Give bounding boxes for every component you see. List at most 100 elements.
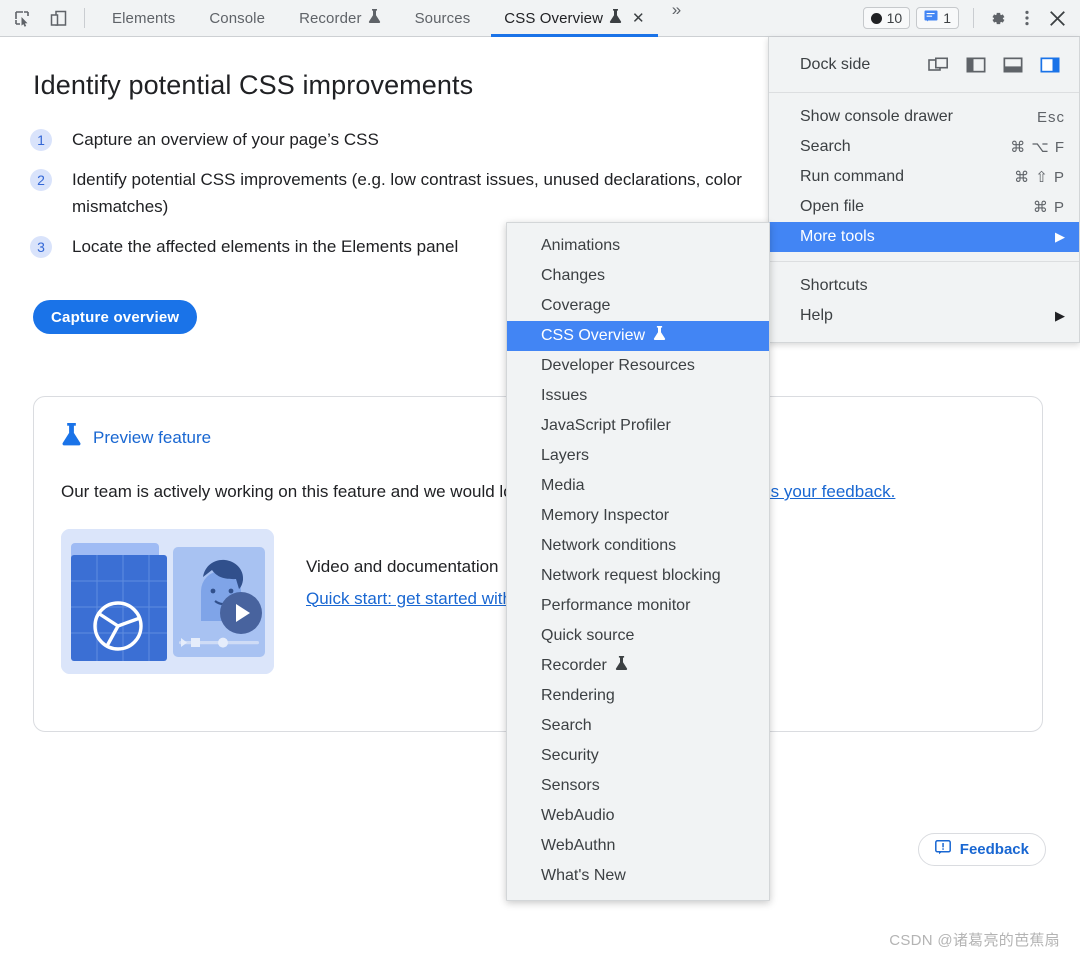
tab-elements[interactable]: Elements xyxy=(95,0,192,37)
submenu-item-label: Changes xyxy=(541,267,606,284)
submenu-item-recorder[interactable]: Recorder xyxy=(507,651,769,681)
tab-recorder[interactable]: Recorder xyxy=(282,0,398,37)
tab-label: Recorder xyxy=(299,9,362,27)
submenu-item-coverage[interactable]: Coverage xyxy=(507,291,769,321)
flask-icon xyxy=(653,326,666,346)
tab-label: Sources xyxy=(414,9,471,27)
close-devtools-icon[interactable] xyxy=(1042,5,1072,31)
submenu-item-network-conditions[interactable]: Network conditions xyxy=(507,531,769,561)
tab-label: CSS Overview xyxy=(504,9,604,27)
error-count-badge[interactable]: 10 xyxy=(862,7,911,29)
menu-item-open-file[interactable]: Open file ⌘ P xyxy=(769,192,1079,222)
menu-item-label: Open file xyxy=(800,198,865,215)
submenu-item-label: Issues xyxy=(541,387,588,404)
submenu-item-what-s-new[interactable]: What's New xyxy=(507,861,769,891)
capture-overview-button[interactable]: Capture overview xyxy=(33,300,198,335)
step-text: Identify potential CSS improvements (e.g… xyxy=(72,170,742,216)
menu-item-more-tools[interactable]: More tools ▶ xyxy=(769,222,1079,252)
more-tools-submenu: Animations Changes Coverage CSS Overview Dev… xyxy=(506,222,770,901)
submenu-item-label: Memory Inspector xyxy=(541,507,670,524)
dock-to-bottom-icon[interactable] xyxy=(998,51,1028,79)
menu-item-label: Shortcuts xyxy=(800,277,868,294)
submenu-item-label: Recorder xyxy=(541,657,607,674)
submenu-item-label: JavaScript Profiler xyxy=(541,417,671,434)
settings-dropdown-menu: Dock side Show console drawer Esc Search… xyxy=(768,37,1080,343)
menu-item-search[interactable]: Search ⌘ ⌥ F xyxy=(769,132,1079,162)
dock-side-row: Dock side xyxy=(769,37,1079,93)
submenu-item-label: Network conditions xyxy=(541,537,677,554)
gear-icon[interactable] xyxy=(982,5,1012,31)
feedback-button[interactable]: Feedback xyxy=(917,833,1046,866)
submenu-item-quick-source[interactable]: Quick source xyxy=(507,621,769,651)
menu-item-shortcuts[interactable]: Shortcuts xyxy=(769,271,1079,301)
submenu-item-label: Developer Resources xyxy=(541,357,695,374)
more-tabs-chevron-icon[interactable]: » xyxy=(662,0,691,37)
more-options-icon[interactable] xyxy=(1012,5,1042,31)
submenu-item-label: Network request blocking xyxy=(541,567,721,584)
submenu-item-label: WebAudio xyxy=(541,807,615,824)
tab-sources[interactable]: Sources xyxy=(398,0,488,37)
menu-group-primary: Show console drawer Esc Search ⌘ ⌥ F Run… xyxy=(769,93,1079,261)
submenu-item-media[interactable]: Media xyxy=(507,471,769,501)
feedback-button-label: Feedback xyxy=(959,841,1029,858)
dock-to-left-icon[interactable] xyxy=(961,51,991,79)
submenu-item-issues[interactable]: Issues xyxy=(507,381,769,411)
toolbar-divider xyxy=(973,8,974,28)
menu-group-secondary: Shortcuts Help ▶ xyxy=(769,261,1079,340)
submenu-item-label: Animations xyxy=(541,237,621,254)
submenu-item-label: WebAuthn xyxy=(541,837,616,854)
inspect-element-icon[interactable] xyxy=(8,5,36,31)
submenu-arrow-icon: ▶ xyxy=(1055,229,1065,244)
submenu-item-security[interactable]: Security xyxy=(507,741,769,771)
menu-item-run-command[interactable]: Run command ⌘ ⇧ P xyxy=(769,162,1079,192)
list-item: 2 Identify potential CSS improvements (e… xyxy=(30,167,770,220)
submenu-item-label: Sensors xyxy=(541,777,600,794)
flask-icon xyxy=(61,423,82,452)
submenu-item-css-overview[interactable]: CSS Overview xyxy=(507,321,769,351)
submenu-item-search[interactable]: Search xyxy=(507,711,769,741)
message-icon xyxy=(924,10,938,26)
flask-icon xyxy=(368,8,381,28)
watermark: CSDN @诸葛亮的芭蕉扇 xyxy=(889,932,1060,949)
submenu-item-network-request-blocking[interactable]: Network request blocking xyxy=(507,561,769,591)
message-count-badge[interactable]: 1 xyxy=(916,7,959,29)
panel-tabs: Elements Console Recorder Sources CSS Ov… xyxy=(95,0,691,37)
submenu-item-memory-inspector[interactable]: Memory Inspector xyxy=(507,501,769,531)
menu-item-show-console-drawer[interactable]: Show console drawer Esc xyxy=(769,102,1079,132)
tab-console[interactable]: Console xyxy=(192,0,282,37)
undock-into-separate-window-icon[interactable] xyxy=(924,51,954,79)
submenu-item-label: Quick source xyxy=(541,627,635,644)
menu-item-shortcut: Esc xyxy=(1036,108,1065,126)
submenu-item-javascript-profiler[interactable]: JavaScript Profiler xyxy=(507,411,769,441)
menu-item-shortcut: ⌘ ⇧ P xyxy=(1014,169,1065,186)
submenu-item-sensors[interactable]: Sensors xyxy=(507,771,769,801)
submenu-item-webaudio[interactable]: WebAudio xyxy=(507,801,769,831)
submenu-item-performance-monitor[interactable]: Performance monitor xyxy=(507,591,769,621)
submenu-item-label: Security xyxy=(541,747,599,764)
menu-item-help[interactable]: Help ▶ xyxy=(769,301,1079,331)
device-toolbar-icon[interactable] xyxy=(44,5,72,31)
step-number: 3 xyxy=(30,236,52,259)
submenu-item-animations[interactable]: Animations xyxy=(507,231,769,261)
menu-item-label: Run command xyxy=(800,168,905,185)
menu-item-label: Show console drawer xyxy=(800,108,953,125)
dock-to-right-icon[interactable] xyxy=(1035,51,1065,79)
submenu-item-label: Rendering xyxy=(541,687,615,704)
step-text: Locate the affected elements in the Elem… xyxy=(72,237,459,257)
submenu-item-developer-resources[interactable]: Developer Resources xyxy=(507,351,769,381)
flask-icon xyxy=(609,8,622,28)
submenu-item-layers[interactable]: Layers xyxy=(507,441,769,471)
close-tab-icon[interactable]: ✕ xyxy=(632,11,645,26)
menu-item-shortcut: ⌘ P xyxy=(1032,199,1065,216)
error-count-label: 10 xyxy=(886,10,903,26)
list-item: 1 Capture an overview of your page’s CSS xyxy=(30,127,770,153)
submenu-item-changes[interactable]: Changes xyxy=(507,261,769,291)
video-thumbnail-illustration[interactable] xyxy=(61,529,274,675)
submenu-item-rendering[interactable]: Rendering xyxy=(507,681,769,711)
flask-icon xyxy=(615,656,628,676)
tab-css-overview[interactable]: CSS Overview ✕ xyxy=(487,0,661,37)
feedback-icon xyxy=(934,840,951,859)
page-title: Identify potential CSS improvements xyxy=(33,70,474,100)
submenu-item-webauthn[interactable]: WebAuthn xyxy=(507,831,769,861)
menu-item-shortcut: ⌘ ⌥ F xyxy=(1010,139,1065,156)
